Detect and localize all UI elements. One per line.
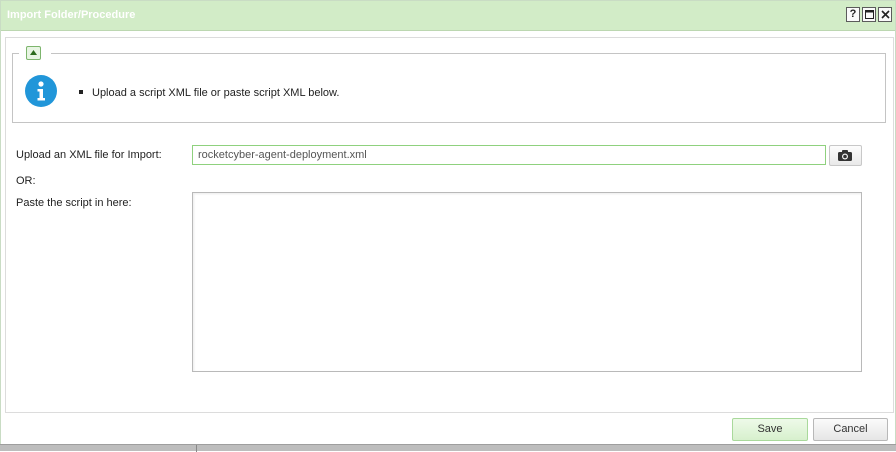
maximize-icon[interactable] [862, 7, 876, 22]
info-message: Upload a script XML file or paste script… [79, 87, 339, 99]
dialog-footer: Save Cancel [1, 413, 895, 445]
import-dialog: Import Folder/Procedure ? Upload a scrip… [0, 0, 896, 451]
script-textarea[interactable] [192, 192, 862, 372]
camera-icon [838, 150, 852, 161]
paste-label: Paste the script in here: [16, 197, 132, 209]
upload-file-button[interactable] [829, 145, 862, 166]
dialog-title: Import Folder/Procedure [7, 9, 136, 21]
cancel-button[interactable]: Cancel [813, 418, 888, 441]
collapse-toggle-button[interactable] [26, 46, 41, 60]
triangle-up-icon [30, 50, 37, 55]
help-icon[interactable]: ? [846, 7, 860, 22]
xml-file-input[interactable]: rocketcyber-agent-deployment.xml [192, 145, 826, 165]
info-icon [25, 75, 57, 107]
window-controls: ? [846, 7, 892, 22]
close-icon[interactable] [878, 7, 892, 22]
bottom-divider [0, 444, 896, 452]
dialog-titlebar: Import Folder/Procedure ? [1, 1, 895, 31]
or-label: OR: [16, 175, 36, 187]
save-button[interactable]: Save [732, 418, 808, 441]
upload-label: Upload an XML file for Import: [16, 149, 162, 161]
